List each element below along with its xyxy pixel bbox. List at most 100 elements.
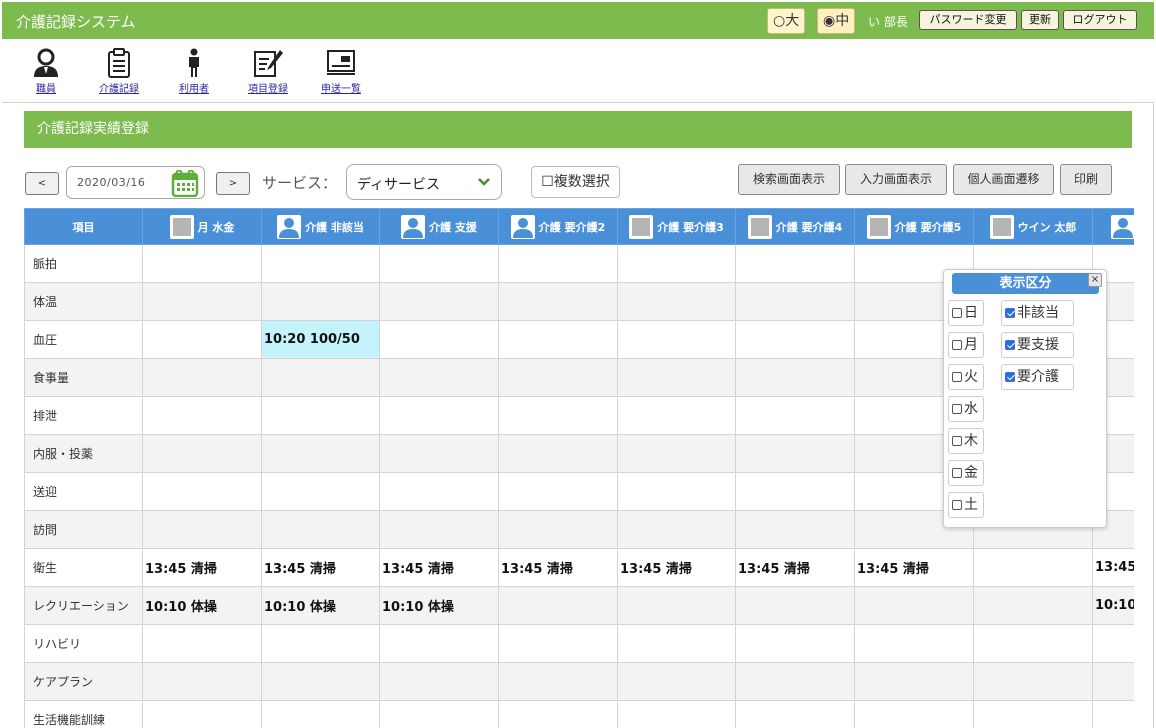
record-cell[interactable] <box>142 358 262 397</box>
search-view-button[interactable]: 検索画面表示 <box>738 164 840 195</box>
category-filter-checkbox[interactable]: 非該当 <box>1001 300 1074 326</box>
record-cell[interactable] <box>617 510 736 549</box>
record-cell[interactable] <box>973 662 1093 701</box>
record-cell[interactable] <box>261 624 380 663</box>
record-cell[interactable]: 13:45 清掃 <box>261 548 380 587</box>
day-filter-checkbox[interactable]: 火 <box>948 364 984 390</box>
record-cell[interactable]: 13:45 清掃 <box>854 548 974 587</box>
record-cell[interactable] <box>261 700 380 728</box>
calendar-icon[interactable] <box>171 170 199 197</box>
record-cell[interactable] <box>142 472 262 511</box>
record-cell[interactable] <box>617 320 736 359</box>
record-cell[interactable] <box>261 434 380 473</box>
font-size-medium-option[interactable]: ◉中 <box>817 8 856 34</box>
record-cell[interactable]: 13:45 清掃 <box>735 548 855 587</box>
record-cell[interactable] <box>735 320 855 359</box>
record-cell[interactable] <box>498 282 618 321</box>
nav-label-item-register[interactable]: 項目登録 <box>248 80 288 95</box>
column-header-user[interactable]: 介護 要介護5 <box>854 208 974 245</box>
record-cell[interactable] <box>379 434 499 473</box>
date-input[interactable]: 2020/03/16 <box>66 166 205 199</box>
record-cell[interactable] <box>498 624 618 663</box>
record-cell[interactable] <box>498 510 618 549</box>
prev-date-button[interactable]: < <box>25 172 59 195</box>
record-cell[interactable] <box>973 624 1093 663</box>
day-filter-checkbox[interactable]: 月 <box>948 332 984 358</box>
record-cell[interactable] <box>735 358 855 397</box>
column-header-user[interactable]: 介護 要介護3 <box>617 208 736 245</box>
font-size-large-option[interactable]: ○大 <box>767 8 806 34</box>
record-cell[interactable]: 13:45 清掃 <box>498 548 618 587</box>
nav-users[interactable]: 利用者 <box>179 48 209 95</box>
record-cell[interactable] <box>142 434 262 473</box>
record-cell[interactable] <box>617 624 736 663</box>
service-select[interactable]: ディサービス <box>346 164 502 200</box>
record-cell[interactable] <box>142 320 262 359</box>
record-cell[interactable] <box>617 586 736 625</box>
record-cell[interactable] <box>735 396 855 435</box>
record-cell[interactable]: 13:45 清掃 <box>142 548 262 587</box>
nav-label-staff[interactable]: 職員 <box>32 80 60 95</box>
record-cell[interactable] <box>379 700 499 728</box>
nav-label-users[interactable]: 利用者 <box>179 80 209 95</box>
record-cell[interactable]: 13:45 <box>1092 548 1134 587</box>
record-cell[interactable] <box>498 700 618 728</box>
record-cell[interactable] <box>142 510 262 549</box>
record-cell[interactable] <box>261 396 380 435</box>
record-cell[interactable] <box>142 396 262 435</box>
record-cell[interactable] <box>261 244 380 283</box>
record-cell[interactable] <box>142 700 262 728</box>
record-cell[interactable] <box>854 700 974 728</box>
record-cell[interactable] <box>617 396 736 435</box>
record-cell[interactable] <box>498 472 618 511</box>
record-cell[interactable] <box>617 434 736 473</box>
record-cell[interactable] <box>261 282 380 321</box>
record-cell[interactable] <box>498 434 618 473</box>
record-cell[interactable] <box>735 282 855 321</box>
record-cell[interactable] <box>261 472 380 511</box>
record-cell[interactable] <box>379 662 499 701</box>
nav-label-handover-list[interactable]: 申送一覧 <box>321 80 361 95</box>
record-cell[interactable] <box>735 624 855 663</box>
column-header-user[interactable]: 月 水金 <box>142 208 262 245</box>
column-header-user[interactable]: 介護 非該当 <box>261 208 380 245</box>
record-cell[interactable]: 10:10 <box>1092 586 1134 625</box>
record-cell[interactable] <box>735 472 855 511</box>
record-cell[interactable] <box>735 510 855 549</box>
record-cell[interactable] <box>617 700 736 728</box>
column-header-user[interactable]: 介護 要介護2 <box>498 208 618 245</box>
record-cell[interactable] <box>379 320 499 359</box>
column-header-user[interactable]: ウイン 太郎 <box>973 208 1093 245</box>
record-cell[interactable] <box>973 700 1093 728</box>
nav-care-record[interactable]: 介護記録 <box>99 48 139 95</box>
category-filter-checkbox[interactable]: 要介護 <box>1001 364 1074 390</box>
record-cell[interactable] <box>379 510 499 549</box>
record-cell[interactable] <box>142 282 262 321</box>
record-cell[interactable] <box>379 244 499 283</box>
day-filter-checkbox[interactable]: 金 <box>948 460 984 486</box>
record-cell[interactable] <box>498 320 618 359</box>
password-change-button[interactable]: パスワード変更 <box>919 10 1017 30</box>
record-cell[interactable] <box>498 662 618 701</box>
input-view-button[interactable]: 入力画面表示 <box>845 164 947 195</box>
record-cell[interactable] <box>735 700 855 728</box>
column-header-user[interactable]: 介護 要介護4 <box>735 208 855 245</box>
multi-select-toggle[interactable]: ☐複数選択 <box>531 166 620 198</box>
next-date-button[interactable]: > <box>216 172 250 195</box>
record-cell[interactable]: 10:10 体操 <box>142 586 262 625</box>
category-filter-checkbox[interactable]: 要支援 <box>1001 332 1074 358</box>
record-cell[interactable] <box>617 358 736 397</box>
record-cell[interactable]: 13:45 清掃 <box>379 548 499 587</box>
record-cell[interactable] <box>735 586 855 625</box>
record-cell[interactable] <box>379 472 499 511</box>
record-cell[interactable] <box>854 662 974 701</box>
record-cell[interactable] <box>854 624 974 663</box>
record-cell[interactable] <box>261 358 380 397</box>
record-cell[interactable] <box>142 244 262 283</box>
refresh-button[interactable]: 更新 <box>1021 10 1059 30</box>
nav-item-register[interactable]: 項目登録 <box>248 48 288 95</box>
record-cell[interactable] <box>379 358 499 397</box>
day-filter-checkbox[interactable]: 日 <box>948 300 984 326</box>
record-cell[interactable] <box>142 624 262 663</box>
record-cell[interactable] <box>735 244 855 283</box>
